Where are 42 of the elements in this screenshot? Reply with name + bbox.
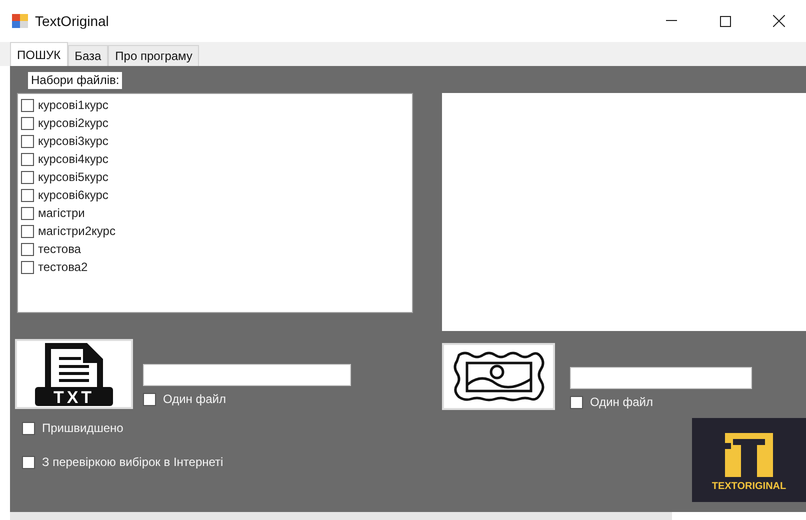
checkbox[interactable] — [21, 116, 34, 130]
minimize-icon — [666, 20, 676, 22]
checkbox[interactable] — [21, 98, 34, 112]
list-item-label[interactable]: курсові6курс — [38, 188, 108, 202]
group-label: Набори файлів: — [28, 72, 122, 89]
text-path-field[interactable] — [143, 364, 351, 386]
tab[interactable]: ПОШУК — [10, 42, 68, 66]
app-icon — [12, 14, 28, 28]
tab[interactable]: Про програму — [108, 45, 200, 66]
list-item-label[interactable]: магістри — [38, 206, 85, 220]
list-item-label[interactable]: курсові1курс — [38, 98, 108, 112]
checkbox-label[interactable]: З перевіркою вибірок в Інтернеті — [42, 455, 224, 469]
maximize-icon — [720, 16, 730, 26]
checkbox[interactable] — [21, 134, 34, 148]
checkbox[interactable] — [21, 152, 34, 166]
close-icon — [773, 15, 785, 27]
image-file-button[interactable] — [442, 343, 555, 410]
checkbox[interactable] — [22, 422, 35, 434]
checkbox[interactable] — [21, 242, 34, 256]
window-title: TextOriginal — [35, 13, 110, 29]
list-item-label[interactable]: курсові2курс — [38, 116, 108, 130]
tab[interactable]: База — [68, 45, 108, 66]
checkbox[interactable] — [21, 170, 34, 184]
checkbox[interactable] — [21, 260, 34, 274]
list-item-label[interactable]: курсові3курс — [38, 134, 108, 148]
checkbox-label[interactable]: Один файл — [163, 392, 226, 406]
checkbox-label[interactable]: Пришвидшено — [42, 421, 124, 435]
checkbox[interactable] — [21, 188, 34, 202]
list-item-label[interactable]: магістри2курс — [38, 224, 116, 238]
list-item-label[interactable]: тестова — [38, 242, 81, 256]
checkbox[interactable] — [22, 456, 35, 468]
checkbox[interactable] — [570, 396, 583, 408]
checkbox[interactable] — [21, 224, 34, 238]
list-item-label[interactable]: курсові4курс — [38, 152, 108, 166]
checkbox-label[interactable]: Один файл — [590, 395, 653, 409]
list-item-label[interactable]: тестова2 — [38, 260, 88, 274]
logo: TEXTORIGINAL — [692, 418, 806, 502]
list-item-label[interactable]: курсові5курс — [38, 170, 108, 184]
image-path-field[interactable] — [570, 367, 752, 389]
txt-file-button[interactable]: TXT — [15, 339, 133, 409]
checkbox[interactable] — [143, 392, 156, 406]
checkbox[interactable] — [21, 206, 34, 220]
